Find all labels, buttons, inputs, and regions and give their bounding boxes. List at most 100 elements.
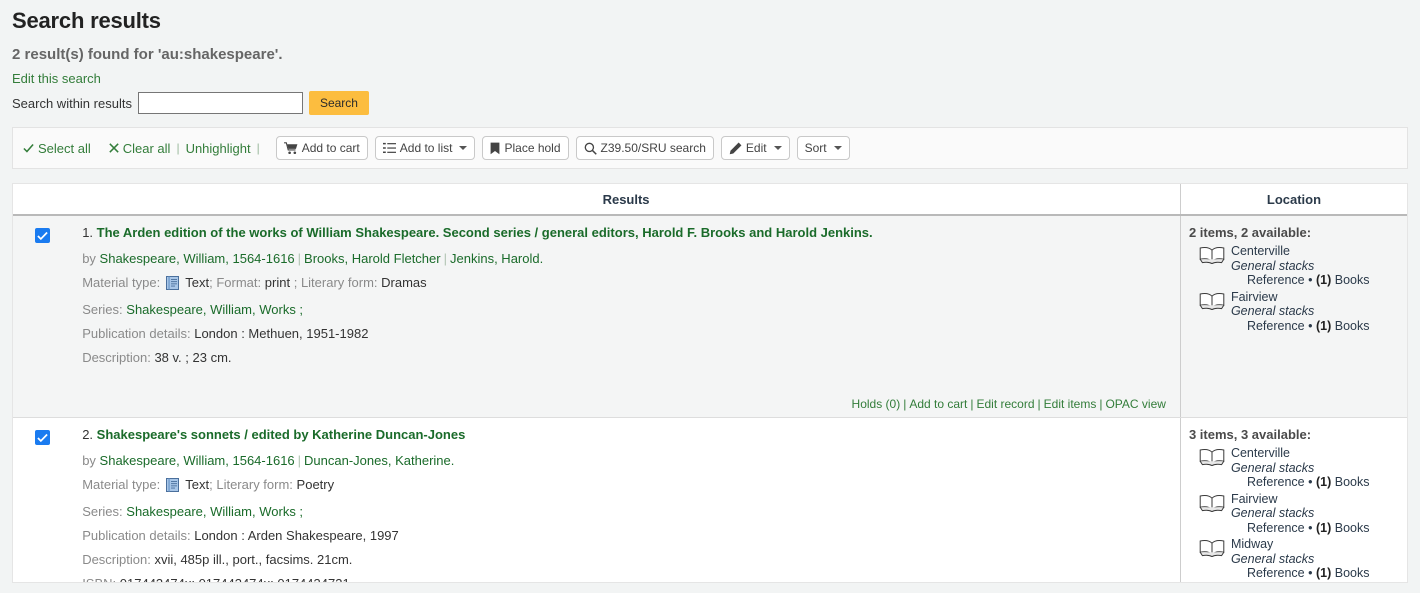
call-number: Reference [1246, 520, 1305, 535]
search-within-label: Search within results [12, 95, 132, 111]
author-separator: | [297, 251, 302, 266]
branch-name: Centerville [1230, 446, 1290, 460]
add-to-cart-link[interactable]: Add to cart [909, 397, 967, 411]
add-to-list-button[interactable]: Add to list [374, 136, 476, 160]
list-item: Centerville General stacks Reference • (… [1199, 244, 1399, 288]
literary-form-label: Literary form: [216, 477, 293, 492]
author-separator: | [443, 251, 447, 266]
results-table-head: Results Location [13, 184, 1407, 216]
row-checkbox[interactable] [35, 228, 51, 243]
description-label: Description: [82, 552, 151, 567]
result-count-text: 2 result(s) found for 'au:shakespeare'. [12, 46, 283, 63]
call-number: Reference [1246, 273, 1305, 287]
action-separator: | [1037, 397, 1041, 411]
isbn-label: ISBN: [82, 576, 116, 582]
row-select-cell [13, 215, 73, 418]
column-header-location: Location [1179, 184, 1407, 216]
record-authors-line: by Shakespeare, William, 1564-1616 | Brook… [82, 250, 1170, 267]
item-count: (1) [1315, 520, 1332, 535]
series-label: Series: [82, 504, 123, 519]
unhighlight-button[interactable]: Unhighlight [186, 141, 251, 156]
location-text: Fairview General stacks Reference • (1) … [1231, 290, 1370, 334]
page-title: Search results [12, 8, 161, 33]
author-link[interactable]: Jenkins, Harold. [450, 251, 543, 266]
location-text: Centerville General stacks Reference • (… [1231, 244, 1370, 288]
bullet-separator: • [1308, 318, 1313, 333]
call-number-line: Reference • (1) Books [1231, 566, 1370, 581]
item-type: Books [1334, 475, 1370, 489]
branch-name: Midway [1230, 537, 1274, 551]
item-count: (1) [1315, 566, 1332, 580]
edit-this-search-link[interactable]: Edit this search [0, 63, 101, 86]
chevron-down-icon [833, 146, 842, 150]
record-cell: 2. Shakespeare's sonnets / edited by Kat… [72, 417, 1181, 582]
search-icon [584, 142, 597, 155]
isbn-value: 017443474x; 017443474x; 0174434731 [120, 576, 350, 582]
record-material-type-line: Material type: [82, 476, 1170, 496]
author-link[interactable]: Shakespeare, William, 1564-1616 [100, 251, 295, 266]
clear-all-button[interactable]: Clear all [109, 140, 171, 156]
description-label: Description: [82, 350, 151, 365]
material-type-label: Material type: [82, 275, 161, 290]
call-number: Reference [1246, 475, 1305, 489]
location-cell: 2 items, 2 available: Centerville Genera… [1179, 215, 1407, 418]
literary-form-value: Poetry [296, 477, 335, 492]
search-within-input[interactable] [137, 92, 303, 114]
table-row: 2. Shakespeare's sonnets / edited by Kat… [13, 417, 1407, 582]
shelving-location: General stacks [1230, 460, 1315, 475]
author-separator: | [297, 453, 302, 468]
edit-button[interactable]: Edit [720, 136, 790, 160]
record-title-link[interactable]: The Arden edition of the works of Willia… [97, 225, 873, 240]
description-value: 38 v. ; 23 cm. [154, 350, 232, 365]
record-authors-line: by Shakespeare, William, 1564-1616 | Dunca… [82, 452, 1170, 469]
author-link[interactable]: Shakespeare, William, 1564-1616 [100, 453, 295, 468]
branch-name: Fairview [1230, 289, 1278, 304]
list-item: Fairview General stacks Reference • (1) … [1199, 290, 1399, 334]
open-book-icon [1199, 448, 1225, 469]
action-separator: | [970, 397, 974, 411]
publication-label: Publication details: [82, 326, 191, 341]
edit-label: Edit [745, 141, 767, 155]
sort-label: Sort [804, 141, 827, 155]
record-title-line: 2. Shakespeare's sonnets / edited by Kat… [82, 426, 1170, 444]
record-number: 1. [82, 225, 94, 240]
toolbar-divider-left: | [176, 141, 180, 155]
search-results-page: Search results 2 result(s) found for 'au… [0, 0, 1420, 593]
add-to-cart-button[interactable]: Add to cart [275, 136, 368, 160]
place-hold-button[interactable]: Place hold [482, 136, 569, 160]
author-link[interactable]: Duncan-Jones, Katherine. [304, 453, 454, 468]
list-item: Midway General stacks Reference • (1) Bo… [1199, 537, 1399, 581]
sort-button[interactable]: Sort [796, 136, 850, 160]
edit-record-link[interactable]: Edit record [977, 397, 1035, 411]
item-count: (1) [1315, 273, 1332, 287]
open-book-icon [1199, 292, 1225, 313]
series-link[interactable]: Shakespeare, William, Works ; [126, 504, 303, 519]
row-checkbox[interactable] [35, 430, 51, 445]
list-item: Centerville General stacks Reference • (… [1199, 446, 1399, 490]
item-type: Books [1334, 566, 1370, 580]
results-panel: Results Location 1. The Arden edition of… [12, 183, 1408, 583]
z3950-sru-search-button[interactable]: Z39.50/SRU search [575, 136, 714, 160]
holds-link[interactable]: Holds (0) [852, 397, 901, 411]
table-row: 1. The Arden edition of the works of Wil… [13, 215, 1407, 418]
author-link[interactable]: Brooks, Harold Fletcher [304, 251, 441, 266]
row-select-cell [13, 417, 73, 582]
chevron-down-icon [773, 146, 782, 150]
record-title-link[interactable]: Shakespeare's sonnets / edited by Kather… [97, 427, 466, 442]
publication-label: Publication details: [82, 528, 191, 543]
availability-summary: 3 items, 3 available: [1188, 427, 1312, 442]
record-material-type-line: Material type: [82, 274, 1170, 294]
material-type-value: Text [185, 275, 210, 290]
edit-items-link[interactable]: Edit items [1044, 397, 1097, 411]
bookmark-icon [490, 142, 500, 155]
opac-view-link[interactable]: OPAC view [1105, 397, 1165, 411]
call-number-line: Reference • (1) Books [1231, 521, 1370, 536]
series-link[interactable]: Shakespeare, William, Works ; [126, 302, 303, 317]
select-all-button[interactable]: Select all [23, 141, 91, 156]
item-type: Books [1334, 520, 1370, 535]
location-text: Fairview General stacks Reference • (1) … [1231, 492, 1370, 536]
search-button[interactable]: Search [308, 91, 369, 115]
call-number-line: Reference • (1) Books [1231, 319, 1370, 334]
clear-all-label: Clear all [122, 140, 171, 156]
column-header-results: Results [72, 184, 1181, 216]
